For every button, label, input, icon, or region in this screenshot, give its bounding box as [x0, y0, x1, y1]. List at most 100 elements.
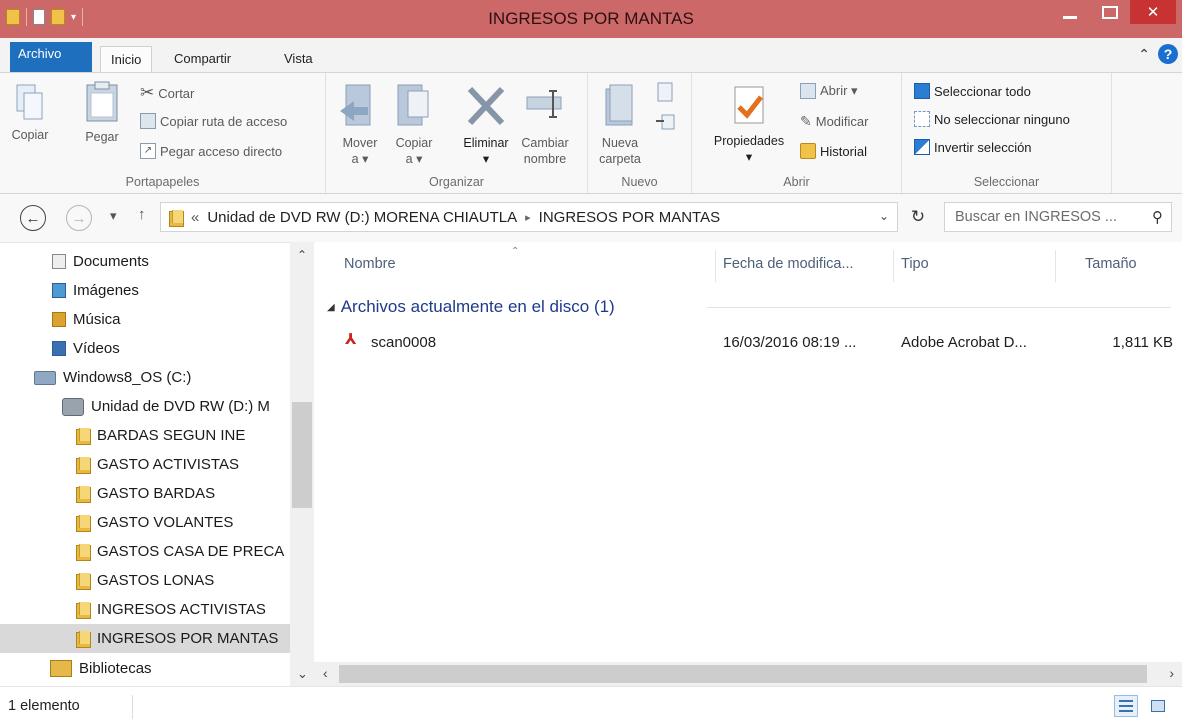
new-folder-button[interactable]: Nueva carpeta [594, 81, 646, 167]
delete-x-icon [467, 86, 505, 126]
group-label-nuevo: Nuevo [621, 175, 658, 189]
address-dropdown-icon[interactable]: ⌄ [879, 209, 889, 223]
copy-button[interactable]: Copiar [10, 83, 50, 143]
recent-locations-chevron-icon[interactable]: ▾ [110, 208, 117, 224]
pictures-icon [52, 283, 66, 298]
content-horizontal-scrollbar[interactable]: ‹ › [315, 662, 1182, 686]
close-button[interactable]: ✕ [1130, 0, 1176, 24]
refresh-icon[interactable]: ↻ [902, 202, 934, 232]
column-header-nombre[interactable]: Nombre [344, 256, 396, 272]
select-none-icon [914, 111, 930, 127]
nav-item-folder[interactable]: BARDAS SEGUN INE [76, 421, 245, 450]
nav-item-drive-c[interactable]: Windows8_OS (C:) [34, 363, 191, 392]
open-icon [800, 83, 816, 99]
group-seleccionar: Seleccionar todo No seleccionar ninguno … [902, 73, 1112, 193]
nav-item-folder[interactable]: GASTO BARDAS [76, 479, 215, 508]
nav-item-folder[interactable]: GASTOS CASA DE PRECA [76, 537, 284, 566]
minimize-ribbon-icon[interactable]: ⌃ [1138, 46, 1150, 63]
details-view-button[interactable] [1114, 695, 1138, 717]
delete-button[interactable]: Eliminar ▾ [458, 81, 514, 167]
folder-icon [76, 486, 91, 503]
properties-checkmark-icon [734, 86, 764, 124]
address-bar[interactable]: « Unidad de DVD RW (D:) MORENA CHIAUTLA … [160, 202, 898, 232]
paste-shortcut-button[interactable]: ↗ Pegar acceso directo [140, 143, 282, 159]
folder-icon [169, 209, 184, 227]
window-title: INGRESOS POR MANTAS [488, 9, 694, 28]
collapse-triangle-icon[interactable]: ◢ [327, 302, 335, 313]
nav-item-folder[interactable]: GASTOS LONAS [76, 566, 214, 595]
copy-to-button[interactable]: Copiar a ▾ [392, 81, 436, 167]
tab-compartir[interactable]: Compartir [164, 46, 241, 72]
group-organizar: Mover a ▾ Copiar a ▾ Eliminar ▾ Cambiar … [326, 73, 588, 193]
group-label-portapapeles: Portapapeles [125, 175, 200, 189]
nav-vertical-scrollbar[interactable]: ⌃ [290, 242, 314, 662]
nav-item-documents[interactable]: Documents [52, 247, 149, 276]
folder-icon [76, 573, 91, 590]
large-icons-icon [1151, 700, 1165, 712]
scroll-right-icon[interactable]: › [1169, 665, 1174, 681]
maximize-button[interactable] [1090, 0, 1130, 24]
group-header[interactable]: ◢ Archivos actualmente en el disco (1) [327, 297, 615, 317]
scroll-down-icon[interactable]: ⌄ [290, 662, 315, 686]
cut-button[interactable]: ✂ Cortar [140, 83, 194, 103]
column-header-tipo[interactable]: Tipo [901, 256, 929, 272]
file-row[interactable]: ⅄ scan0008 16/03/2016 08:19 ... Adobe Ac… [341, 330, 1173, 356]
back-button[interactable]: ← [20, 205, 46, 231]
column-header-fecha[interactable]: Fecha de modifica... [723, 256, 854, 272]
group-label-organizar: Organizar [429, 175, 484, 189]
nav-item-folder-selected[interactable]: INGRESOS POR MANTAS [0, 624, 290, 653]
large-icons-view-button[interactable] [1146, 695, 1170, 717]
file-date: 16/03/2016 08:19 ... [723, 334, 857, 351]
tab-inicio[interactable]: Inicio [100, 46, 153, 73]
ribbon: Copiar Pegar ✂ Cortar Copiar ruta de acc… [0, 72, 1182, 194]
dvd-drive-icon [62, 397, 84, 416]
breadcrumb-current[interactable]: INGRESOS POR MANTAS [539, 209, 720, 226]
nav-item-dvd-drive[interactable]: Unidad de DVD RW (D:) M [62, 392, 270, 421]
properties-button[interactable]: Propiedades ▾ [704, 83, 794, 165]
tab-vista[interactable]: Vista [274, 46, 323, 72]
column-header-tamano[interactable]: Tamaño [1085, 256, 1137, 272]
edit-button[interactable]: ✎ Modificar [800, 113, 868, 130]
pdf-file-icon: ⅄ [345, 331, 357, 348]
new-item-icon [657, 82, 673, 102]
copy-path-button[interactable]: Copiar ruta de acceso [140, 113, 287, 129]
scroll-up-icon[interactable]: ⌃ [290, 248, 314, 262]
invert-selection-icon [914, 139, 930, 155]
nav-item-musica[interactable]: Música [52, 305, 121, 334]
select-none-button[interactable]: No seleccionar ninguno [914, 111, 1070, 127]
folder-icon [76, 602, 91, 619]
up-arrow-icon[interactable]: ↑ [138, 206, 146, 223]
nav-item-videos[interactable]: Vídeos [52, 334, 120, 363]
rename-button[interactable]: Cambiar nombre [516, 81, 574, 167]
nav-item-bibliotecas[interactable]: Bibliotecas [50, 654, 152, 683]
file-type: Adobe Acrobat D... [901, 334, 1027, 351]
nav-item-folder[interactable]: GASTO VOLANTES [76, 508, 233, 537]
videos-icon [52, 341, 66, 356]
minimize-button[interactable] [1050, 0, 1090, 24]
back-arrow-icon: ← [25, 209, 41, 227]
paste-button[interactable]: Pegar [76, 81, 128, 145]
nav-item-folder[interactable]: GASTO ACTIVISTAS [76, 450, 239, 479]
scroll-left-icon[interactable]: ‹ [323, 665, 328, 681]
scroll-thumb[interactable] [339, 665, 1147, 683]
forward-button[interactable]: → [66, 205, 92, 231]
open-button[interactable]: Abrir ▾ [800, 83, 858, 99]
history-icon [800, 143, 816, 159]
libraries-icon [50, 660, 72, 677]
tab-archivo[interactable]: Archivo [10, 42, 92, 72]
navigation-bar: ← → ▾ ↑ « Unidad de DVD RW (D:) MORENA C… [0, 194, 1182, 242]
history-button[interactable]: Historial [800, 143, 867, 159]
nav-item-folder[interactable]: INGRESOS ACTIVISTAS [76, 595, 266, 624]
easy-access-button[interactable] [650, 111, 684, 137]
select-all-button[interactable]: Seleccionar todo [914, 83, 1031, 99]
move-to-button[interactable]: Mover a ▾ [334, 81, 386, 167]
copy-icon [16, 84, 43, 120]
nav-item-imagenes[interactable]: Imágenes [52, 276, 139, 305]
search-input[interactable]: Buscar en INGRESOS ... ⚲ [944, 202, 1172, 232]
breadcrumb-drive[interactable]: Unidad de DVD RW (D:) MORENA CHIAUTLA [207, 209, 517, 226]
help-icon[interactable]: ? [1158, 44, 1178, 64]
invert-selection-button[interactable]: Invertir selección [914, 139, 1032, 155]
new-item-button[interactable] [650, 81, 684, 107]
scroll-thumb[interactable] [292, 402, 312, 508]
copy-to-icon [397, 84, 429, 126]
